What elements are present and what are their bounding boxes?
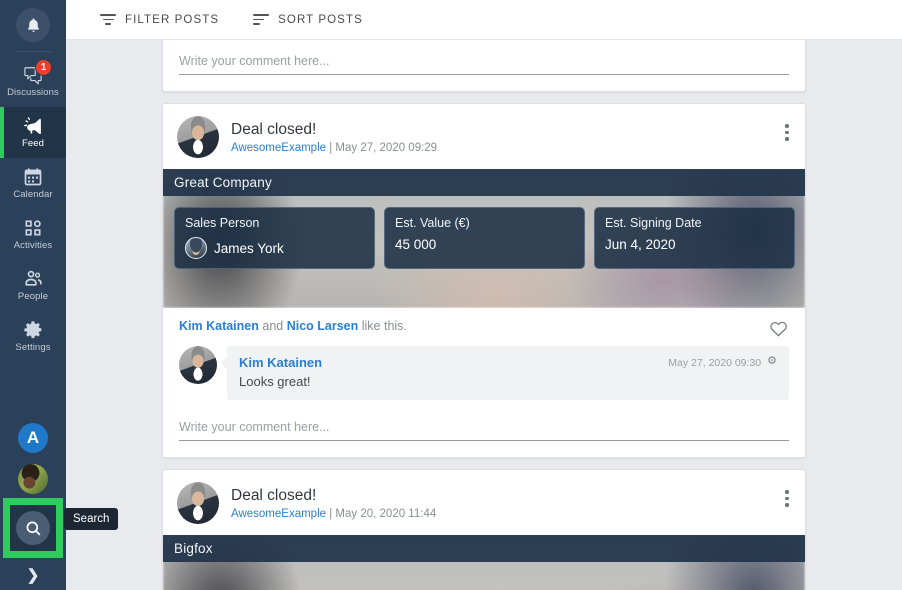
filter-posts-label: FILTER POSTS	[125, 13, 220, 26]
sidebar-divider	[15, 51, 51, 52]
field-label: Sales Person	[185, 216, 260, 230]
deal-banner: Great Company Sales Person James York Es…	[163, 169, 805, 308]
sidebar-item-feed[interactable]: Feed	[0, 107, 66, 158]
avatar	[177, 482, 219, 524]
sidebar-item-label: Activities	[13, 240, 53, 251]
sidebar-item-label: Calendar	[13, 189, 53, 200]
deal-field-est-signing-date: Est. Signing Date Jun 4, 2020	[594, 207, 795, 269]
heart-outline-icon	[770, 321, 787, 337]
likes-suffix: like this.	[358, 319, 407, 333]
app-root: 1 Discussions Feed Calendar Activities P…	[0, 0, 902, 590]
post-separator: |	[326, 507, 336, 520]
post-meta: Deal closed! AwesomeExample | May 27, 20…	[231, 121, 437, 154]
field-value: 45 000	[395, 237, 437, 252]
feed-scroll-area[interactable]: Deal closed! AwesomeExample | May 27, 20…	[66, 40, 902, 590]
search-inner	[10, 505, 56, 551]
deal-company-name: Bigfox	[163, 535, 805, 562]
post-likes-row: Kim Katainen and Nico Larsen like this.	[163, 308, 805, 342]
search-button[interactable]	[16, 511, 50, 545]
deal-fields: Sales Person James York Est. Value (€) 4…	[163, 196, 805, 269]
bell-icon[interactable]	[16, 8, 50, 42]
sidebar-item-label: Feed	[21, 138, 45, 149]
sort-posts-button[interactable]: SORT POSTS	[253, 14, 363, 26]
deal-company-name: Great Company	[163, 169, 805, 196]
post-card: Deal closed! AwesomeExample | May 27, 20…	[162, 103, 806, 458]
search-icon	[26, 521, 40, 535]
search-highlight	[3, 498, 63, 558]
post-author-link[interactable]: AwesomeExample	[231, 142, 326, 154]
comment-bubble: Kim Katainen May 27, 2020 09:30 ⚙ Looks …	[221, 346, 789, 400]
account-avatar[interactable]: A	[18, 423, 48, 453]
sort-icon	[253, 14, 270, 25]
deal-banner: Bigfox	[163, 535, 805, 590]
field-label: Est. Signing Date	[605, 216, 702, 230]
calendar-icon	[23, 167, 43, 187]
field-value: Jun 4, 2020	[605, 237, 676, 252]
field-value: James York	[214, 240, 284, 256]
kebab-menu-icon[interactable]	[785, 490, 789, 507]
expand-sidebar-button[interactable]: ❯	[27, 560, 40, 590]
avatar	[177, 116, 219, 158]
feed-list: Deal closed! AwesomeExample | May 27, 20…	[66, 40, 902, 590]
sidebar: 1 Discussions Feed Calendar Activities P…	[0, 0, 66, 590]
post-subtitle: AwesomeExample | May 27, 2020 09:29	[231, 142, 437, 154]
liker-link-1[interactable]: Kim Katainen	[179, 319, 259, 333]
feed-toolbar: FILTER POSTS SORT POSTS	[66, 0, 902, 40]
sidebar-item-discussions[interactable]: 1 Discussions	[0, 56, 66, 107]
post-separator: |	[326, 141, 336, 154]
comment-timestamp: May 27, 2020 09:30	[668, 357, 762, 369]
comment-input[interactable]	[179, 50, 789, 75]
megaphone-icon	[22, 116, 44, 136]
avatar	[179, 346, 217, 384]
post-header: Deal closed! AwesomeExample | May 27, 20…	[163, 104, 805, 169]
kebab-menu-icon[interactable]	[785, 124, 789, 141]
sidebar-item-activities[interactable]: Activities	[0, 209, 66, 260]
likes-text: Kim Katainen and Nico Larsen like this.	[179, 319, 407, 333]
post-title: Deal closed!	[231, 486, 317, 504]
comment-author-link[interactable]: Kim Katainen	[239, 355, 668, 370]
comment-thread: Kim Katainen May 27, 2020 09:30 ⚙ Looks …	[163, 342, 805, 400]
like-button[interactable]	[768, 318, 789, 344]
sort-posts-label: SORT POSTS	[278, 13, 363, 26]
sidebar-item-label: People	[17, 291, 49, 302]
post-header: Deal closed! AwesomeExample | May 20, 20…	[163, 470, 805, 535]
likes-conjunction: and	[258, 319, 287, 333]
comment-composer	[163, 40, 805, 91]
deal-field-sales-person: Sales Person James York	[174, 207, 375, 269]
post-card-partial	[162, 40, 806, 92]
sidebar-item-label: Discussions	[7, 87, 59, 98]
comment-composer	[163, 400, 805, 457]
people-icon	[23, 269, 44, 289]
search-tooltip: Search	[64, 508, 119, 530]
sidebar-item-people[interactable]: People	[0, 260, 66, 311]
gear-icon	[23, 320, 43, 340]
post-subtitle: AwesomeExample | May 20, 2020 11:44	[231, 508, 436, 520]
gear-icon[interactable]: ⚙	[767, 355, 777, 368]
sidebar-item-label: Settings	[15, 342, 51, 353]
avatar[interactable]	[18, 464, 48, 494]
sales-person-avatar	[185, 237, 207, 259]
deal-field-est-value: Est. Value (€) 45 000	[384, 207, 585, 269]
field-label: Est. Value (€)	[395, 216, 470, 230]
liker-link-2[interactable]: Nico Larsen	[287, 319, 359, 333]
post-timestamp: May 20, 2020 11:44	[335, 507, 437, 520]
post-card: Deal closed! AwesomeExample | May 20, 20…	[162, 469, 806, 590]
post-timestamp: May 27, 2020 09:29	[335, 141, 438, 154]
field-value-wrap: James York	[185, 237, 364, 259]
discussions-badge: 1	[35, 59, 52, 76]
filter-icon	[100, 14, 116, 25]
post-meta: Deal closed! AwesomeExample | May 20, 20…	[231, 487, 436, 520]
sidebar-item-settings[interactable]: Settings	[0, 311, 66, 362]
post-title: Deal closed!	[231, 120, 317, 138]
comment-input[interactable]	[179, 416, 789, 441]
post-author-link[interactable]: AwesomeExample	[231, 508, 326, 520]
comment-header: Kim Katainen May 27, 2020 09:30 ⚙	[239, 355, 777, 370]
filter-posts-button[interactable]: FILTER POSTS	[100, 14, 219, 26]
activities-grid-icon	[23, 218, 43, 238]
comment-text: Looks great!	[239, 374, 311, 389]
notifications-button[interactable]	[16, 8, 50, 42]
sidebar-item-calendar[interactable]: Calendar	[0, 158, 66, 209]
